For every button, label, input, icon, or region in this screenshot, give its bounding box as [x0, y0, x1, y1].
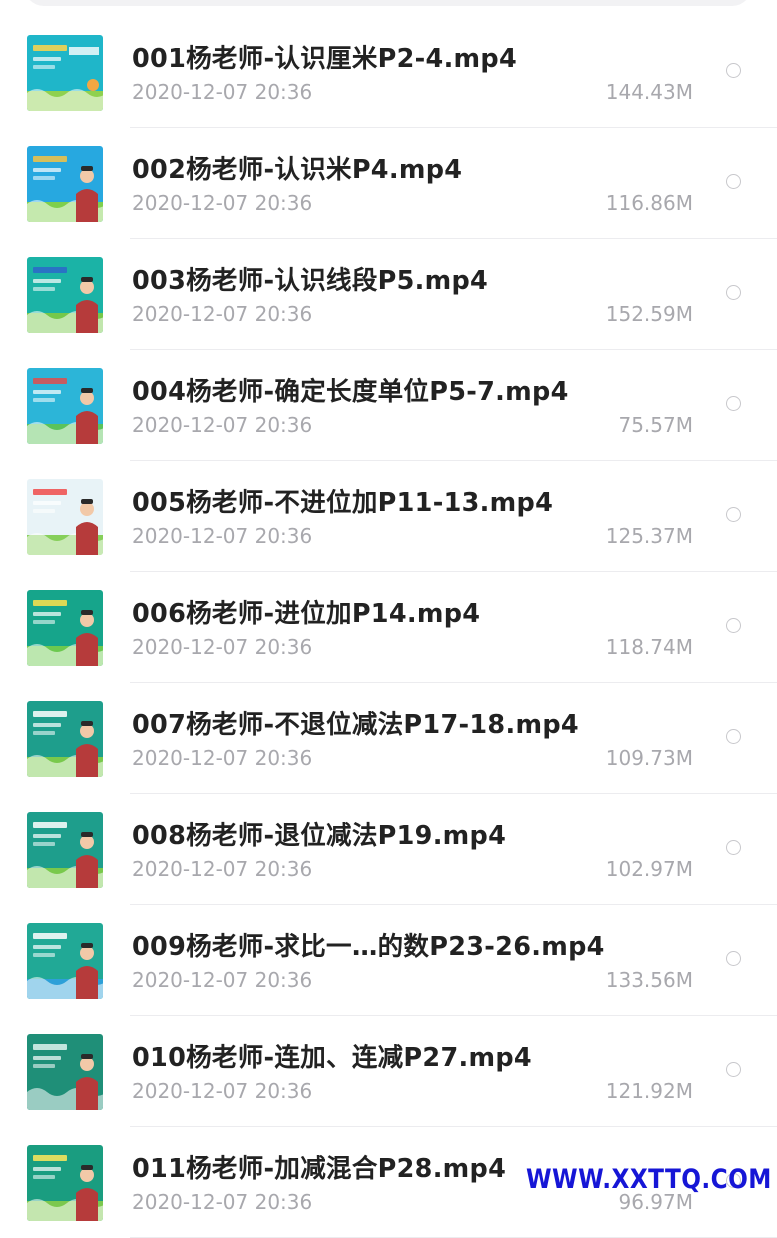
select-radio-icon[interactable]	[726, 618, 741, 633]
file-date: 2020-12-07 20:36	[132, 1190, 313, 1214]
select-radio-icon[interactable]	[726, 507, 741, 522]
file-name: 001杨老师-认识厘米P2-4.mp4	[132, 44, 518, 74]
file-name: 011杨老师-加减混合P28.mp4	[132, 1154, 507, 1184]
list-item[interactable]: 003杨老师-认识线段P5.mp4 2020-12-07 20:36 152.5…	[0, 239, 777, 350]
file-size: 109.73M	[605, 746, 693, 770]
video-thumbnail-icon	[27, 146, 103, 222]
watermark-text: WWW.XXTTQ.COM	[526, 1164, 772, 1195]
video-thumbnail-icon	[27, 590, 103, 666]
file-size: 133.56M	[605, 968, 693, 992]
file-size: 102.97M	[605, 857, 693, 881]
file-name: 005杨老师-不进位加P11-13.mp4	[132, 488, 554, 518]
list-item[interactable]: 006杨老师-进位加P14.mp4 2020-12-07 20:36 118.7…	[0, 572, 777, 683]
video-thumbnail-icon	[27, 812, 103, 888]
video-thumbnail-icon	[27, 701, 103, 777]
file-name: 008杨老师-退位减法P19.mp4	[132, 821, 507, 851]
file-size: 118.74M	[605, 635, 693, 659]
file-name: 009杨老师-求比一…的数P23-26.mp4	[132, 932, 605, 962]
file-size: 116.86M	[605, 191, 693, 215]
file-size: 125.37M	[605, 524, 693, 548]
file-date: 2020-12-07 20:36	[132, 302, 313, 326]
file-name: 006杨老师-进位加P14.mp4	[132, 599, 481, 629]
list-item[interactable]: 008杨老师-退位减法P19.mp4 2020-12-07 20:36 102.…	[0, 794, 777, 905]
select-radio-icon[interactable]	[726, 174, 741, 189]
video-thumbnail-icon	[27, 257, 103, 333]
file-date: 2020-12-07 20:36	[132, 746, 313, 770]
select-radio-icon[interactable]	[726, 63, 741, 78]
file-size: 75.57M	[618, 413, 693, 437]
file-size: 152.59M	[605, 302, 693, 326]
file-list: 001杨老师-认识厘米P2-4.mp4 2020-12-07 20:36 144…	[0, 17, 777, 1238]
video-thumbnail-icon	[27, 1034, 103, 1110]
file-date: 2020-12-07 20:36	[132, 635, 313, 659]
select-radio-icon[interactable]	[726, 1062, 741, 1077]
file-name: 003杨老师-认识线段P5.mp4	[132, 266, 489, 296]
file-date: 2020-12-07 20:36	[132, 968, 313, 992]
file-date: 2020-12-07 20:36	[132, 1079, 313, 1103]
select-radio-icon[interactable]	[726, 285, 741, 300]
video-thumbnail-icon	[27, 368, 103, 444]
select-radio-icon[interactable]	[726, 951, 741, 966]
video-thumbnail-icon	[27, 35, 103, 111]
file-name: 004杨老师-确定长度单位P5-7.mp4	[132, 377, 569, 407]
video-thumbnail-icon	[27, 479, 103, 555]
video-thumbnail-icon	[27, 923, 103, 999]
select-radio-icon[interactable]	[726, 396, 741, 411]
file-date: 2020-12-07 20:36	[132, 524, 313, 548]
list-item[interactable]: 002杨老师-认识米P4.mp4 2020-12-07 20:36 116.86…	[0, 128, 777, 239]
list-item[interactable]: 010杨老师-连加、连减P27.mp4 2020-12-07 20:36 121…	[0, 1016, 777, 1127]
file-date: 2020-12-07 20:36	[132, 857, 313, 881]
list-item[interactable]: 001杨老师-认识厘米P2-4.mp4 2020-12-07 20:36 144…	[0, 17, 777, 128]
file-name: 002杨老师-认识米P4.mp4	[132, 155, 463, 185]
file-name: 007杨老师-不退位减法P17-18.mp4	[132, 710, 579, 740]
video-thumbnail-icon	[27, 1145, 103, 1221]
list-item[interactable]: 005杨老师-不进位加P11-13.mp4 2020-12-07 20:36 1…	[0, 461, 777, 572]
file-size: 121.92M	[605, 1079, 693, 1103]
search-bar[interactable]	[24, 0, 752, 6]
file-date: 2020-12-07 20:36	[132, 413, 313, 437]
file-size: 144.43M	[605, 80, 693, 104]
file-date: 2020-12-07 20:36	[132, 191, 313, 215]
select-radio-icon[interactable]	[726, 729, 741, 744]
select-radio-icon[interactable]	[726, 840, 741, 855]
list-item[interactable]: 009杨老师-求比一…的数P23-26.mp4 2020-12-07 20:36…	[0, 905, 777, 1016]
list-item[interactable]: 007杨老师-不退位减法P17-18.mp4 2020-12-07 20:36 …	[0, 683, 777, 794]
list-item[interactable]: 004杨老师-确定长度单位P5-7.mp4 2020-12-07 20:36 7…	[0, 350, 777, 461]
file-date: 2020-12-07 20:36	[132, 80, 313, 104]
file-name: 010杨老师-连加、连减P27.mp4	[132, 1043, 532, 1073]
